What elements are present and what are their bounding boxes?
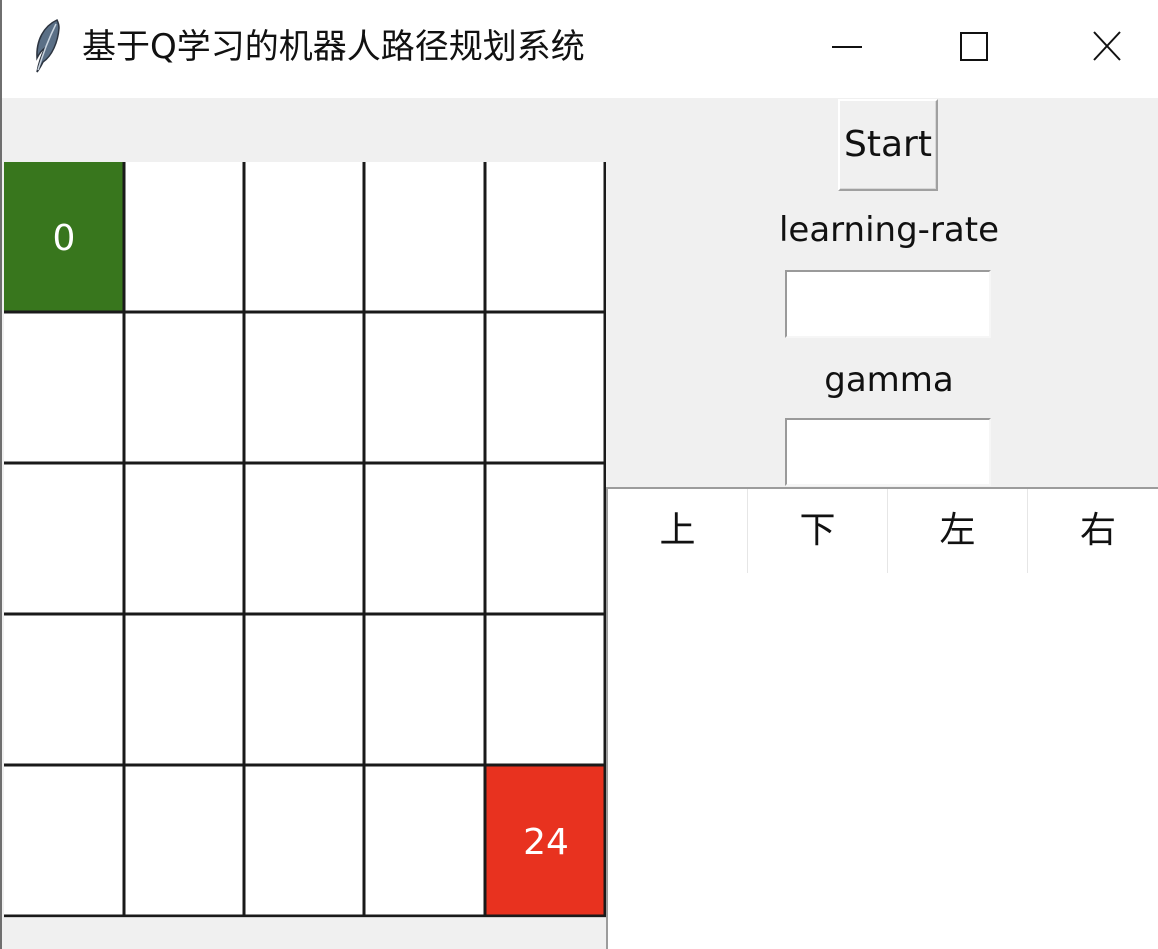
gamma-label: gamma	[824, 360, 954, 400]
q-table-header-up[interactable]: 上	[608, 489, 748, 573]
minimize-button[interactable]	[786, 0, 906, 96]
maximize-icon	[960, 32, 988, 61]
close-button[interactable]	[1046, 0, 1158, 96]
app-window: 基于Q学习的机器人路径规划系统 0 24 Start learning-rate…	[0, 0, 1158, 949]
start-button[interactable]: Start	[838, 99, 938, 191]
learning-rate-label: learning-rate	[778, 210, 1000, 250]
q-table: 上 下 左 右	[606, 487, 1158, 949]
grid-canvas: 0 24	[4, 162, 606, 917]
title-bar: 基于Q学习的机器人路径规划系统	[2, 0, 1158, 98]
goal-cell-label: 24	[523, 822, 569, 863]
maximize-button[interactable]	[914, 0, 1034, 96]
start-cell-label: 0	[52, 218, 76, 259]
grid-lines	[4, 162, 606, 917]
grid-bottom-strip	[4, 917, 606, 949]
gamma-input[interactable]	[785, 418, 991, 486]
feather-icon	[30, 18, 64, 74]
minimize-icon	[832, 46, 862, 48]
learning-rate-input[interactable]	[785, 270, 991, 338]
close-icon	[1093, 31, 1121, 61]
window-title: 基于Q学习的机器人路径规划系统	[82, 27, 585, 67]
q-table-header-left[interactable]: 左	[888, 489, 1028, 573]
q-table-header-right[interactable]: 右	[1028, 489, 1158, 573]
q-table-header-down[interactable]: 下	[748, 489, 888, 573]
